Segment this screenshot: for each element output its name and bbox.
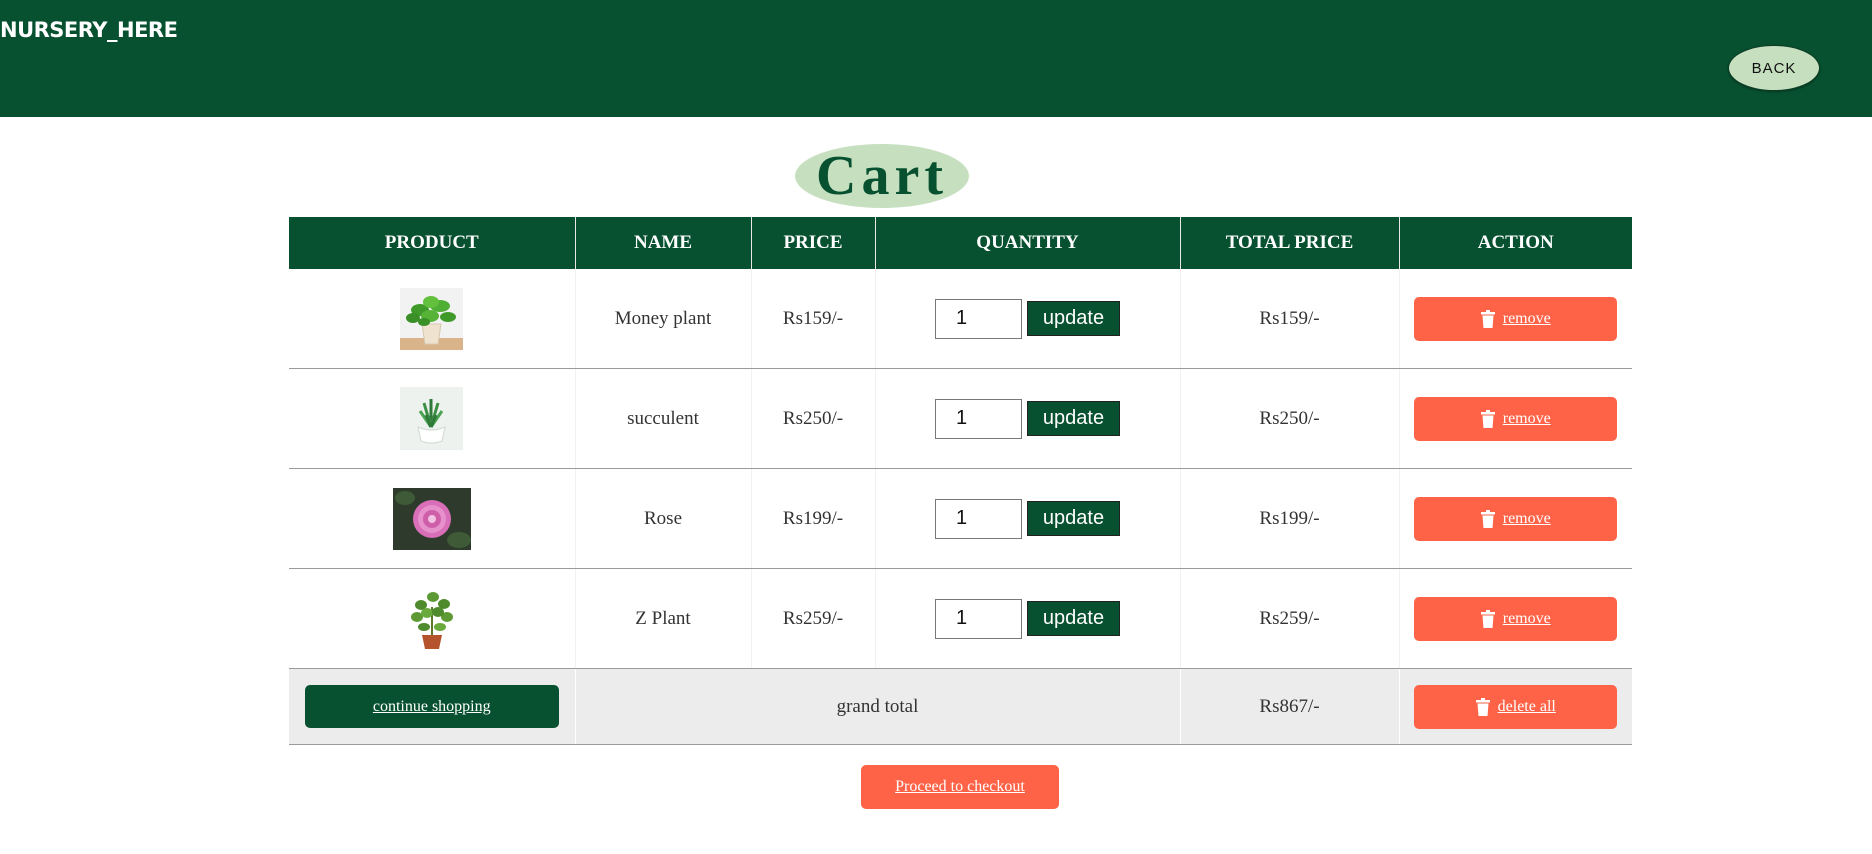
action-cell: remove [1398, 368, 1632, 469]
product-cell [289, 368, 575, 469]
grand-total-value: Rs867/- [1179, 668, 1399, 745]
column-header-name: NAME [574, 217, 751, 269]
remove-label: remove [1502, 509, 1551, 527]
product-name: Money plant [574, 269, 751, 369]
table-row: Z Plant Rs259/- update Rs259/- remove [289, 568, 1632, 669]
column-header-quantity: QUANTITY [874, 217, 1180, 269]
product-name: Z Plant [574, 568, 751, 669]
continue-shopping-button[interactable]: continue shopping [304, 685, 559, 728]
remove-label: remove [1502, 609, 1551, 627]
row-total-price: Rs159/- [1179, 269, 1399, 369]
quantity-cell: update [874, 568, 1180, 669]
action-cell: remove [1398, 568, 1632, 669]
quantity-input[interactable] [935, 498, 1022, 539]
update-button[interactable]: update [1027, 401, 1120, 436]
trash-icon [1480, 309, 1495, 328]
trash-icon [1480, 409, 1495, 428]
grand-total-label: grand total [574, 668, 1180, 745]
product-price: Rs159/- [750, 269, 875, 369]
delete-all-button[interactable]: delete all [1414, 684, 1618, 729]
brand-logo-text[interactable]: NURSERY_HERE [0, 18, 178, 42]
remove-button[interactable]: remove [1414, 296, 1618, 341]
action-cell: remove [1398, 468, 1632, 569]
money-plant-image [400, 287, 464, 350]
quantity-input[interactable] [935, 598, 1022, 639]
z-plant-image [406, 586, 457, 651]
product-name: Rose [574, 468, 751, 569]
remove-button[interactable]: remove [1414, 496, 1618, 541]
row-total-price: Rs250/- [1179, 368, 1399, 469]
rose-image [392, 487, 471, 550]
succulent-image [400, 387, 464, 450]
quantity-cell: update [874, 368, 1180, 469]
product-price: Rs259/- [750, 568, 875, 669]
update-button[interactable]: update [1027, 301, 1120, 336]
remove-label: remove [1502, 309, 1551, 327]
delete-all-cell: delete all [1398, 668, 1632, 745]
product-price: Rs250/- [750, 368, 875, 469]
back-button[interactable]: BACK [1728, 45, 1820, 91]
action-cell: remove [1398, 269, 1632, 369]
product-name: succulent [574, 368, 751, 469]
remove-label: remove [1502, 409, 1551, 427]
trash-icon [1475, 697, 1490, 716]
product-cell [289, 568, 575, 669]
grand-total-row: continue shopping grand total Rs867/- de… [289, 668, 1632, 745]
trash-icon [1480, 609, 1495, 628]
quantity-input[interactable] [935, 298, 1022, 339]
table-row: Rose Rs199/- update Rs199/- remove [289, 468, 1632, 569]
table-row: Money plant Rs159/- update Rs159/- remov… [289, 269, 1632, 369]
quantity-cell: update [874, 269, 1180, 369]
column-header-action: ACTION [1398, 217, 1632, 269]
remove-button[interactable]: remove [1414, 396, 1618, 441]
update-button[interactable]: update [1027, 501, 1120, 536]
page-title: Cart [795, 144, 969, 208]
quantity-cell: update [874, 468, 1180, 569]
update-button[interactable]: update [1027, 601, 1120, 636]
product-cell [289, 269, 575, 369]
column-header-total-price: TOTAL PRICE [1179, 217, 1399, 269]
row-total-price: Rs259/- [1179, 568, 1399, 669]
continue-cell: continue shopping [289, 668, 575, 745]
table-header-row: PRODUCT NAME PRICE QUANTITY TOTAL PRICE … [289, 217, 1632, 269]
cart-table: PRODUCT NAME PRICE QUANTITY TOTAL PRICE … [289, 217, 1632, 745]
header-bar: NURSERY_HERE BACK [0, 0, 1872, 117]
column-header-price: PRICE [750, 217, 875, 269]
product-cell [289, 468, 575, 569]
trash-icon [1480, 509, 1495, 528]
remove-button[interactable]: remove [1414, 596, 1618, 641]
row-total-price: Rs199/- [1179, 468, 1399, 569]
proceed-to-checkout-button[interactable]: Proceed to checkout [861, 765, 1059, 809]
product-price: Rs199/- [750, 468, 875, 569]
quantity-input[interactable] [935, 398, 1022, 439]
delete-all-label: delete all [1497, 697, 1556, 715]
table-row: succulent Rs250/- update Rs250/- remove [289, 368, 1632, 469]
column-header-product: PRODUCT [289, 217, 575, 269]
